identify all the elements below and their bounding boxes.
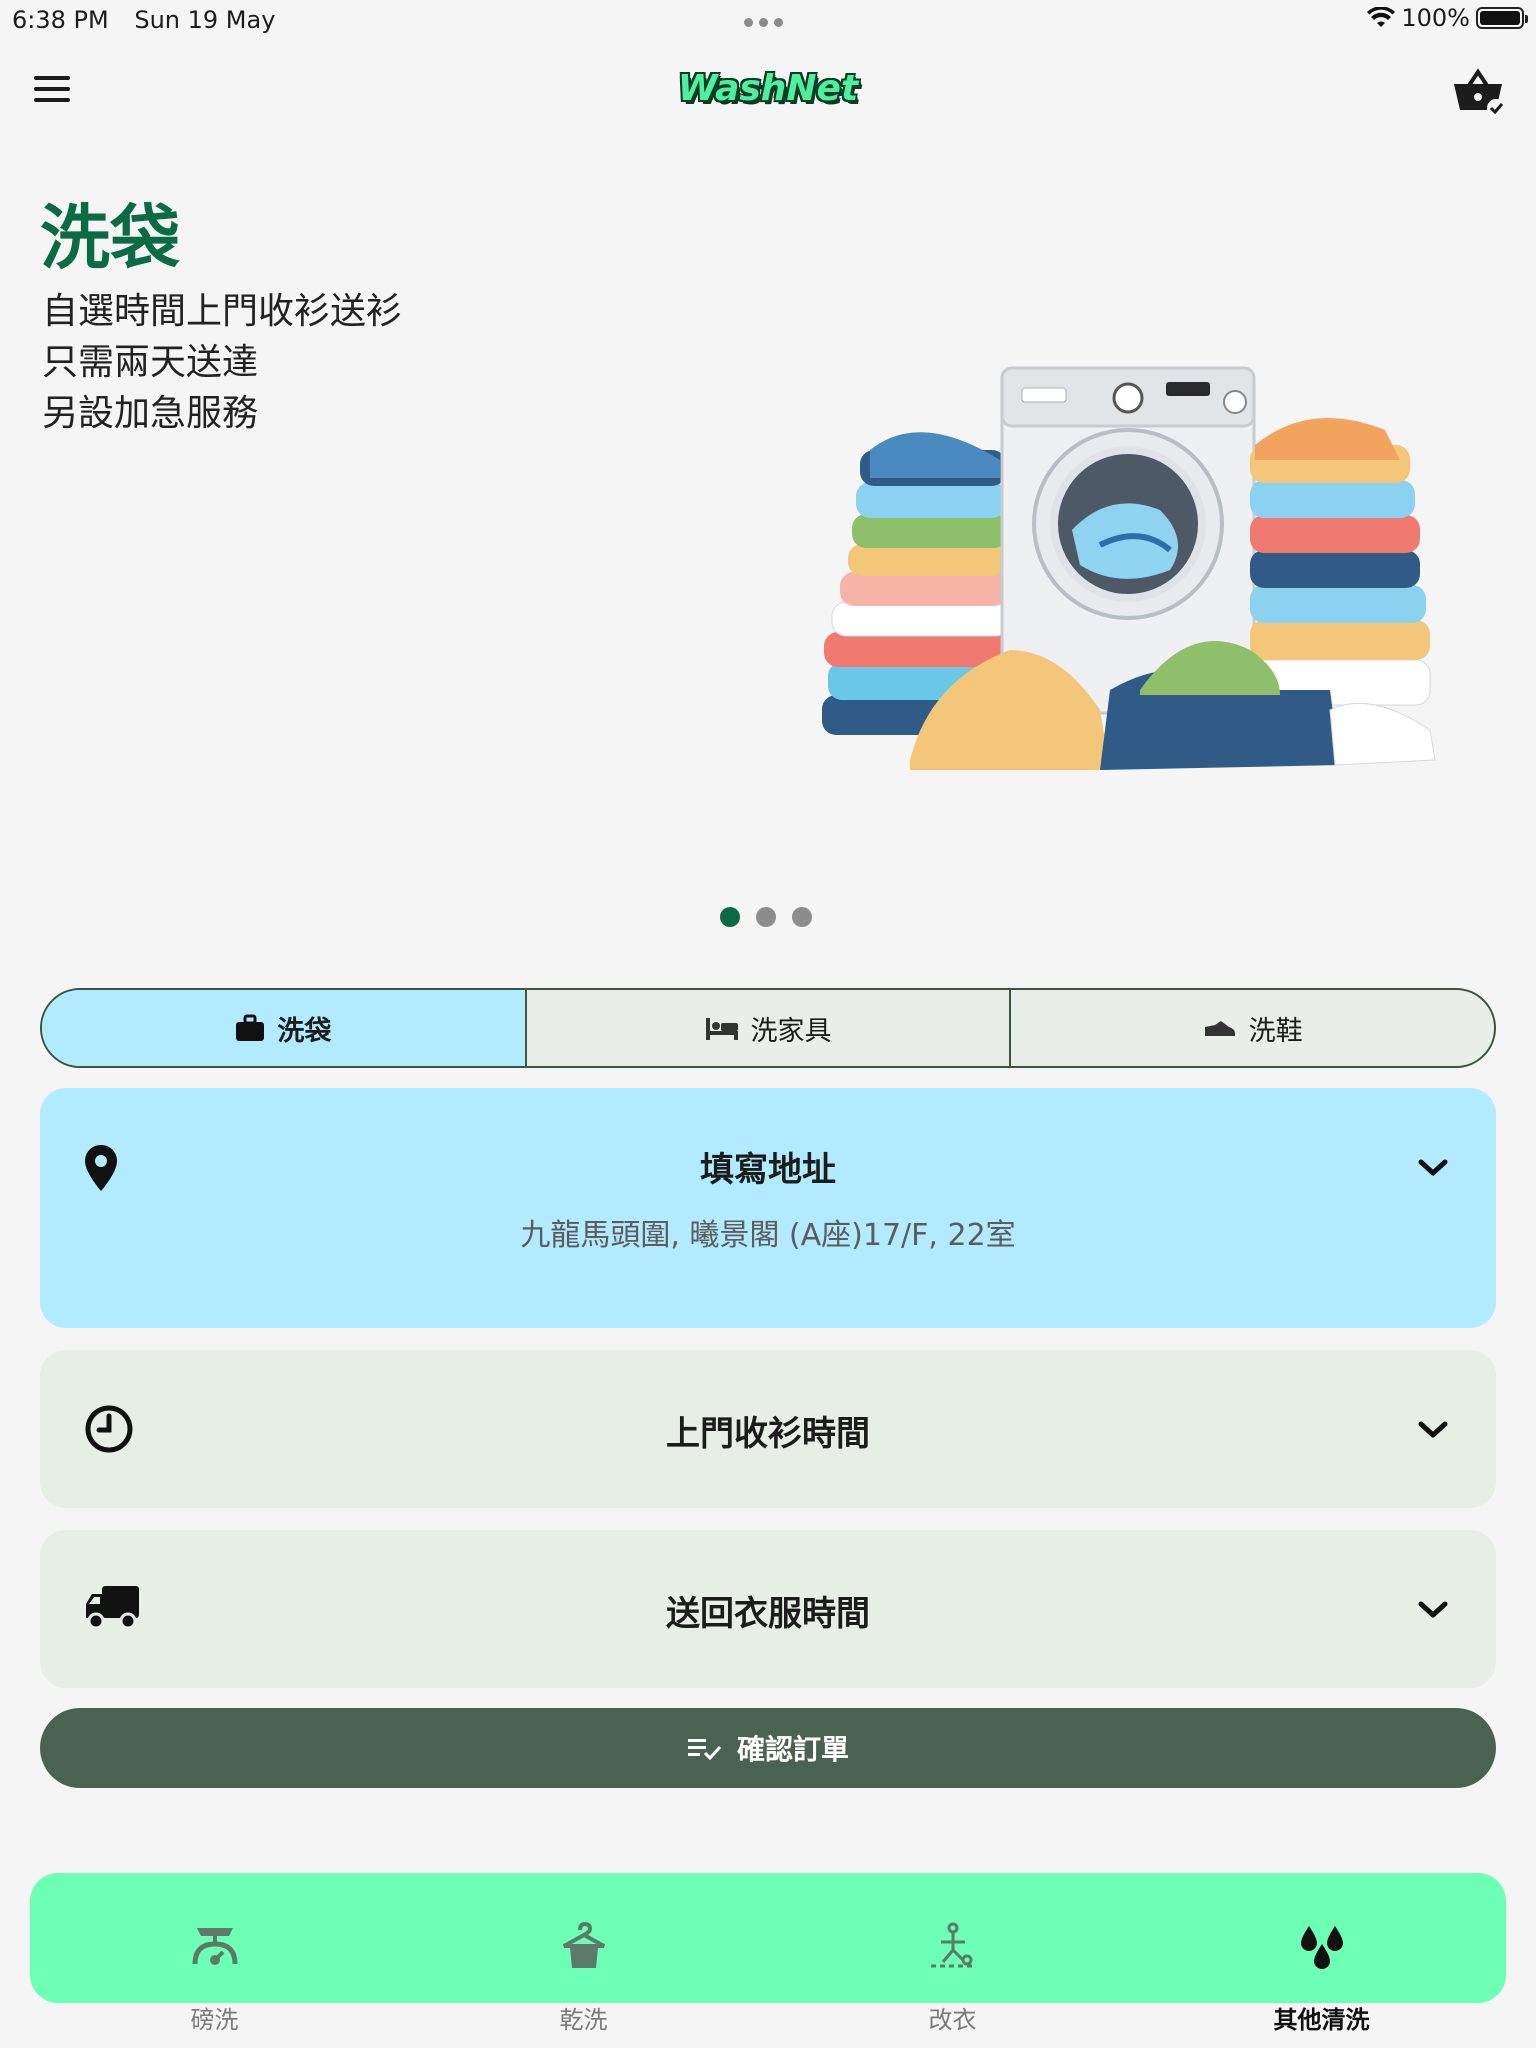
tab-label: 洗鞋 [1248,1015,1303,1047]
chevron-down-icon[interactable] [1418,1158,1448,1178]
tab-wash-shoes[interactable]: 洗鞋 [1011,990,1494,1066]
top-nav: WashNet [0,60,1536,120]
status-bar: 6:38 PM Sun 19 May 100% [0,0,1536,40]
battery-icon [1476,7,1528,29]
bottom-nav: 磅洗 乾洗 改衣 其他清洗 [30,1920,1506,2048]
status-time: 6:38 PM [12,6,109,34]
chevron-down-icon[interactable] [1418,1600,1448,1620]
scale-icon [192,1928,237,1965]
status-date: Sun 19 May [134,6,276,34]
hero-title: 洗袋 [40,197,180,279]
delivery-time-card[interactable]: 送回衣服時間 [40,1530,1496,1688]
hero-line: 自選時間上門收衫送衫 [42,291,403,332]
status-left: 6:38 PM Sun 19 May [12,6,293,34]
address-card-title: 填寫地址 [700,1150,836,1190]
nav-label: 磅洗 [190,2006,239,2034]
tab-label: 洗袋 [277,1015,332,1047]
tab-label: 洗家具 [750,1015,832,1047]
hero-line: 另設加急服務 [42,393,259,434]
pickup-time-card[interactable]: 上門收衫時間 [40,1350,1496,1508]
hero-description: 自選時間上門收衫送衫 只需兩天送達 另設加急服務 [42,286,402,439]
carousel-dot[interactable] [792,907,812,927]
nav-label: 改衣 [928,2006,977,2034]
hamburger-menu-icon[interactable] [34,76,70,106]
sewing-icon [930,1922,975,1968]
multitasking-dots-icon[interactable] [744,18,783,27]
right-clothes-pile [1249,418,1431,706]
confirm-order-label: 確認訂單 [736,1733,849,1766]
status-right: 100% [1367,4,1528,32]
delivery-card-title: 送回衣服時間 [666,1594,870,1634]
carousel-pagination [720,907,812,927]
nav-item-weight-wash[interactable]: 磅洗 [30,1920,399,2048]
checklist-icon [687,1739,721,1760]
nav-label: 其他清洗 [1273,2006,1370,2034]
chevron-down-icon[interactable] [1418,1420,1448,1440]
pickup-card-title: 上門收衫時間 [666,1414,870,1454]
battery-percent: 100% [1401,4,1470,32]
washing-machine-laundry-illustration [822,366,1436,770]
carousel-dot-active[interactable] [720,907,740,927]
wifi-icon [1367,7,1396,27]
shoe-icon [1204,1021,1235,1036]
service-tabs: 洗袋 洗家具 洗鞋 [40,988,1496,1068]
tab-wash-bag[interactable]: 洗袋 [42,990,527,1066]
brand-logo: WashNet [677,68,859,109]
tab-wash-furniture[interactable]: 洗家具 [527,990,1012,1066]
water-drops-icon [1300,1926,1343,1969]
nav-item-dry-clean[interactable]: 乾洗 [399,1920,768,2048]
address-card[interactable]: 填寫地址 九龍馬頭圍, 曦景閣 (A座)17/F, 22室 [40,1088,1496,1328]
hero-line: 只需兩天送達 [42,342,259,383]
address-value: 九龍馬頭圍, 曦景閣 (A座)17/F, 22室 [520,1218,1016,1253]
hanger-shirt-icon [562,1921,605,1968]
basket-check-icon[interactable] [1450,66,1506,118]
bed-icon [705,1018,738,1040]
bag-icon [236,1014,265,1041]
nav-item-alterations[interactable]: 改衣 [768,1920,1137,2048]
confirm-order-button[interactable]: 確認訂單 [40,1708,1496,1788]
nav-item-other-cleaning[interactable]: 其他清洗 [1137,1920,1506,2048]
carousel-dot[interactable] [756,907,776,927]
nav-label: 乾洗 [559,2006,608,2034]
